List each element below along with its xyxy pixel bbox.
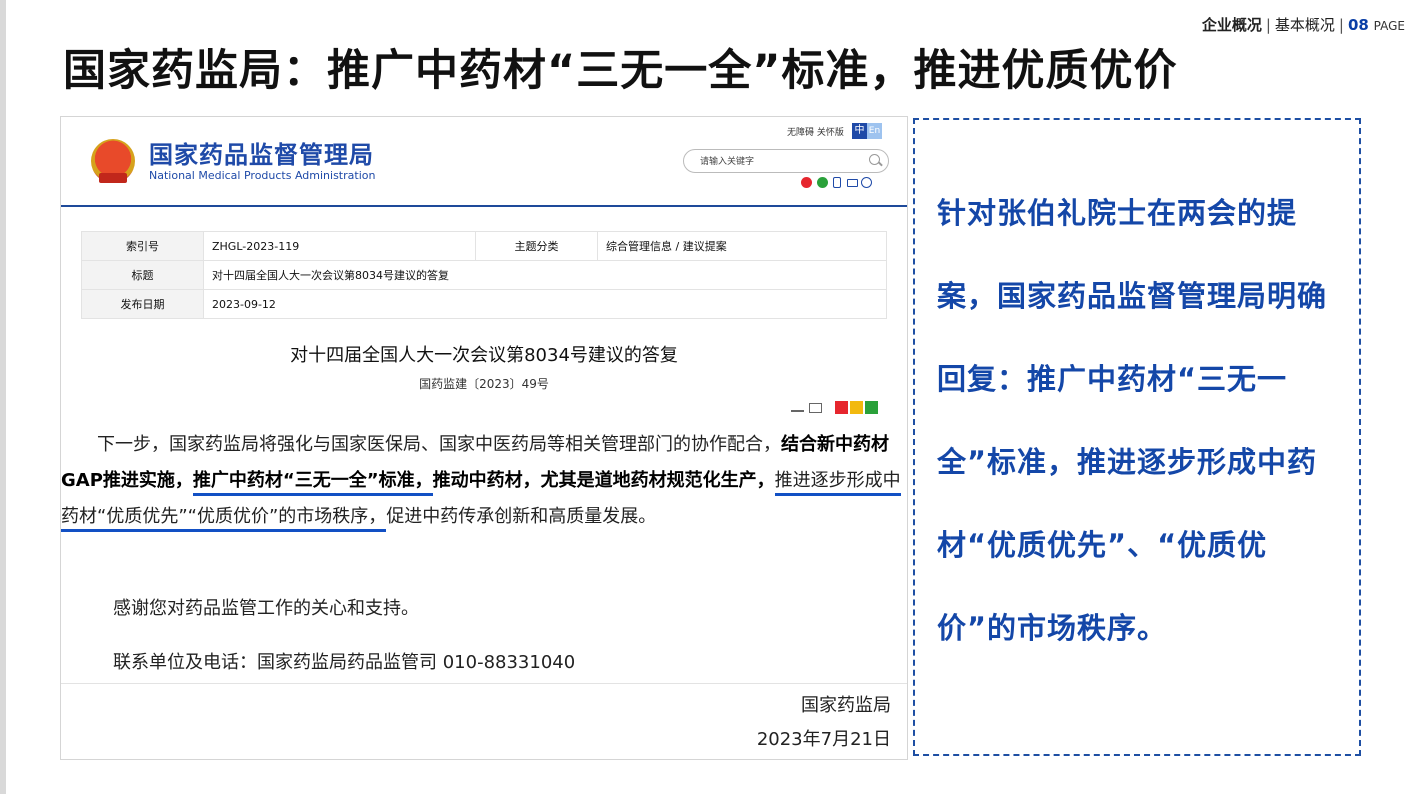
signer: 国家药监局 (801, 695, 891, 716)
national-emblem-icon (91, 139, 135, 183)
category-value: 综合管理信息 / 建议提案 (597, 231, 887, 261)
lang-zh-button[interactable]: 中 (852, 123, 867, 139)
title-label: 标题 (81, 260, 204, 290)
accessibility-links[interactable]: 无障碍 关怀版 (787, 125, 844, 138)
lang-en-button[interactable]: En (867, 123, 882, 139)
slide-title: 国家药监局：推广中药材“三无一全”标准，推进优质优价 (63, 46, 1178, 96)
breadcrumb-section: 企业概况 (1201, 16, 1262, 34)
table-row: 发布日期 2023-09-12 (81, 289, 887, 319)
left-edge-rule (0, 0, 6, 794)
share-weibo-icon[interactable] (835, 401, 848, 414)
breadcrumb: 企业概况 | 基本概况 | 08 PAGE (1201, 16, 1405, 34)
language-switch[interactable]: 中 En (852, 123, 882, 139)
site-name-en: National Medical Products Administration (149, 169, 376, 182)
title-value: 对十四届全国人大一次会议第8034号建议的答复 (203, 260, 887, 290)
page-word: PAGE (1373, 19, 1405, 33)
share-wechat-icon[interactable] (865, 401, 878, 414)
mail-icon[interactable] (847, 179, 858, 187)
date-label: 发布日期 (81, 289, 204, 319)
site-header: 国家药品监督管理局 National Medical Products Admi… (61, 117, 907, 207)
mobile-icon[interactable] (833, 177, 841, 188)
table-row: 标题 对十四届全国人大一次会议第8034号建议的答复 (81, 260, 887, 290)
search-input[interactable] (698, 153, 852, 171)
index-label: 索引号 (81, 231, 204, 261)
document-number: 国药监建〔2023〕49号 (419, 377, 549, 391)
callout-text: 针对张伯礼院士在两会的提案，国家药品监督管理局明确回复：推广中药材“三无一全”标… (937, 196, 1328, 645)
wechat-icon[interactable] (817, 177, 828, 188)
category-label: 主题分类 (475, 231, 598, 261)
p1-text-f: 促进中药传承创新和高质量发展。 (386, 506, 657, 527)
webpage-screenshot: 国家药品监督管理局 National Medical Products Admi… (60, 116, 908, 760)
body-paragraph-2: 感谢您对药品监管工作的关心和支持。 (113, 598, 419, 619)
document-body: 下一步，国家药监局将强化与国家医保局、国家中医药局等相关管理部门的协作配合，结合… (61, 427, 907, 759)
user-icon[interactable] (861, 177, 872, 188)
document-title: 对十四届全国人大一次会议第8034号建议的答复 (290, 345, 678, 366)
document-meta-table: 索引号 ZHGL-2023-119 主题分类 综合管理信息 / 建议提案 标题 … (81, 231, 887, 319)
document-tools (791, 401, 891, 417)
weibo-icon[interactable] (801, 177, 812, 188)
p1-text-a: 下一步，国家药监局将强化与国家医保局、国家中医药局等相关管理部门的协作配合， (97, 434, 781, 455)
table-row: 索引号 ZHGL-2023-119 主题分类 综合管理信息 / 建议提案 (81, 231, 887, 261)
index-value: ZHGL-2023-119 (203, 231, 476, 261)
site-name: 国家药品监督管理局 (149, 141, 374, 169)
callout-box: 针对张伯礼院士在两会的提案，国家药品监督管理局明确回复：推广中药材“三无一全”标… (913, 118, 1361, 756)
share-qzone-icon[interactable] (850, 401, 863, 414)
print-icon[interactable] (809, 403, 822, 413)
contact-line: 联系单位及电话：国家药监局药品监管司 010-88331040 (113, 652, 576, 673)
p1-text-d: 推动中药材，尤其是道地药材规范化生产， (432, 470, 775, 491)
search-box (683, 149, 889, 173)
body-paragraph-1: 下一步，国家药监局将强化与国家医保局、国家中医药局等相关管理部门的协作配合，结合… (61, 427, 901, 535)
page-number: 08 (1347, 16, 1369, 34)
date-value: 2023-09-12 (203, 289, 887, 319)
breadcrumb-sub: 基本概况 (1274, 16, 1335, 34)
download-icon[interactable] (791, 401, 804, 412)
sign-date: 2023年7月21日 (756, 729, 891, 750)
divider (61, 683, 907, 684)
search-icon[interactable] (869, 154, 880, 165)
p1-underlined-standard: 推广中药材“三无一全”标准， (192, 470, 433, 496)
